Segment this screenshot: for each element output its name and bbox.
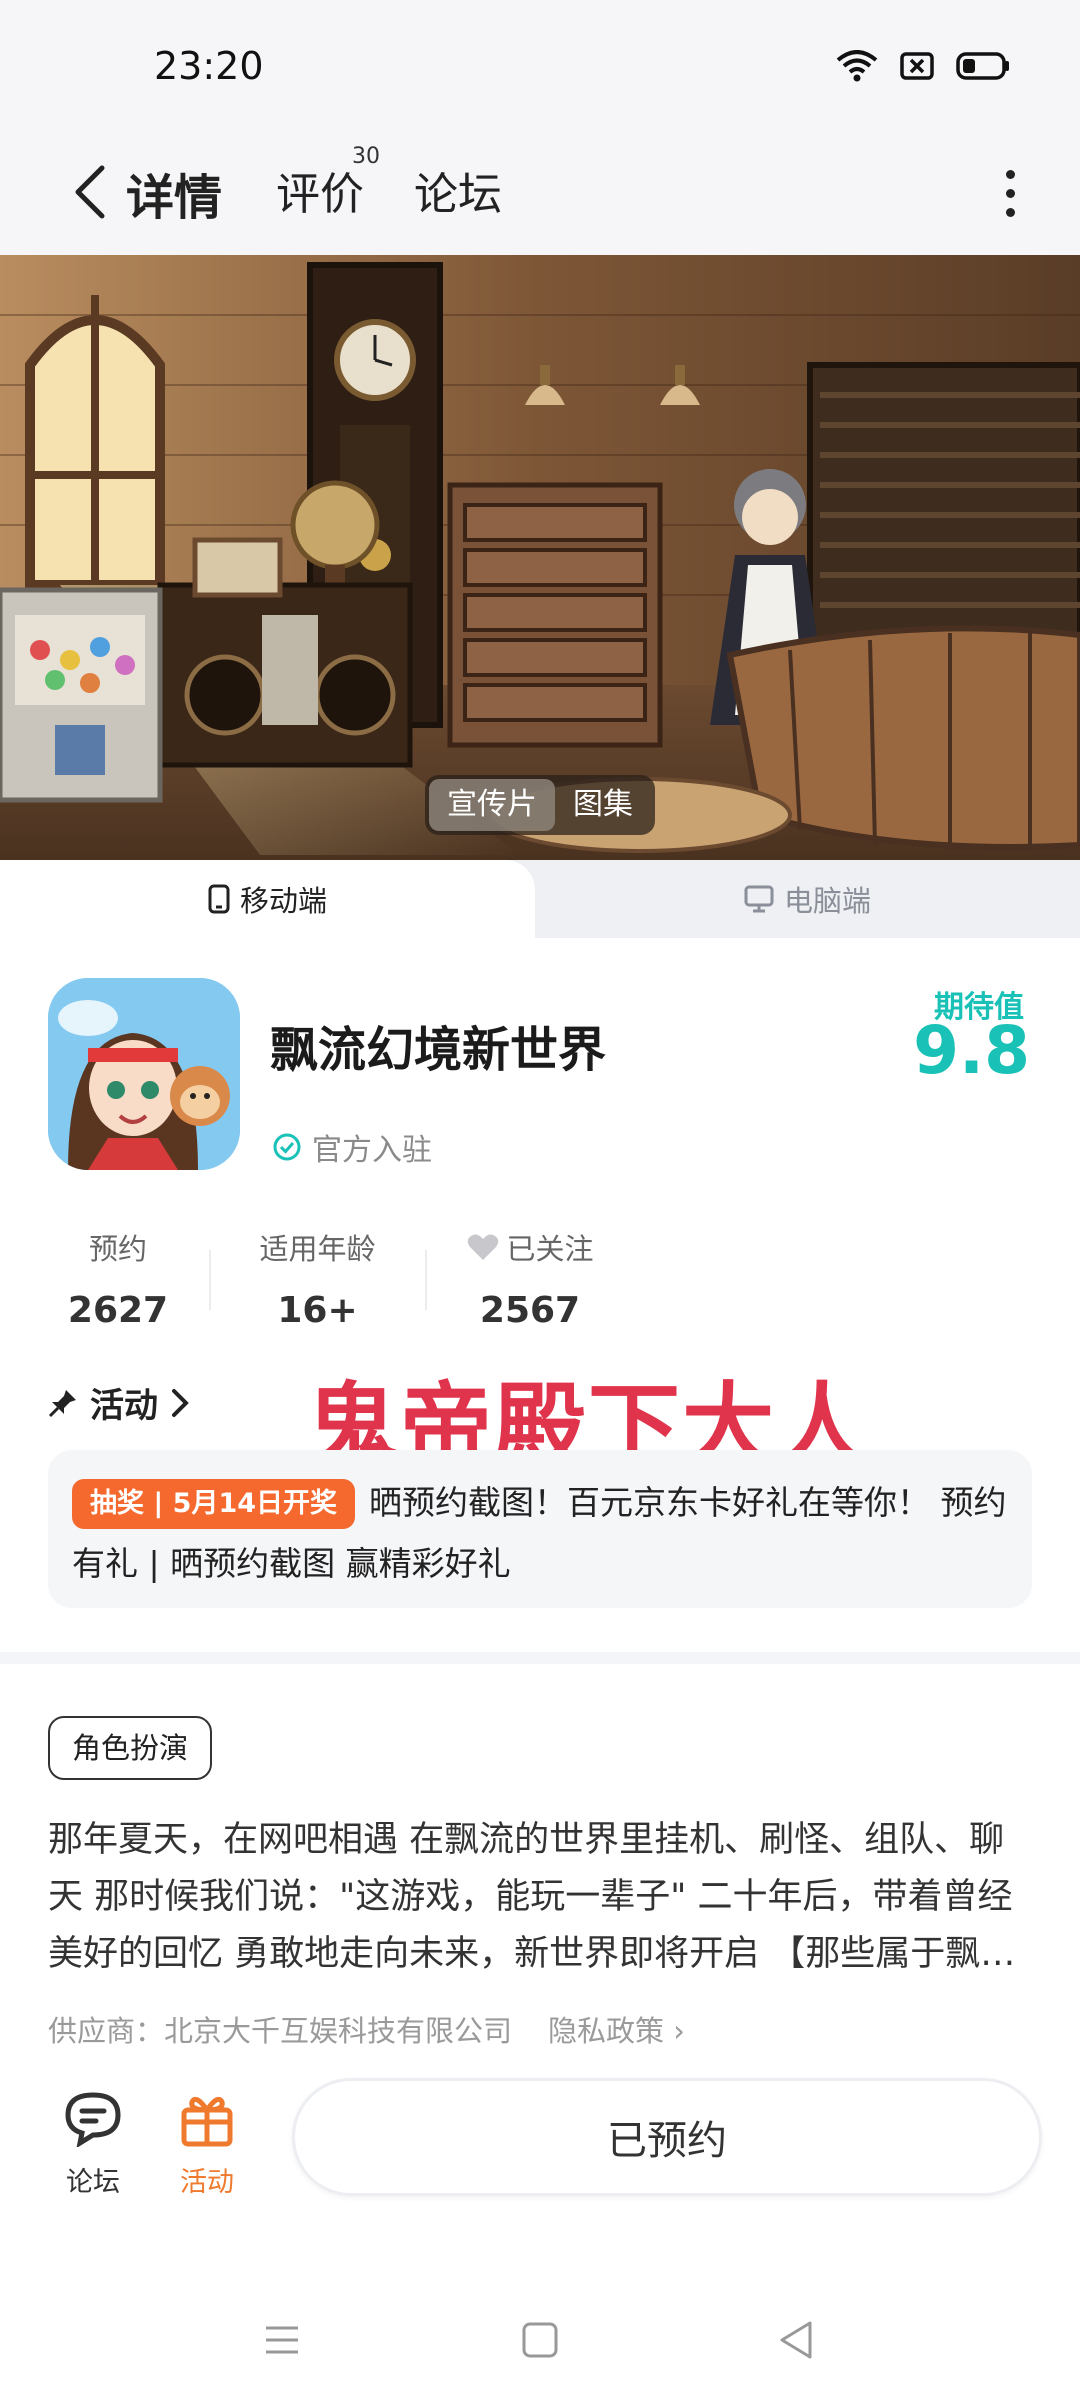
stat-followers-label: 已关注	[506, 1232, 594, 1266]
bottom-activity-button[interactable]: 活动	[162, 2084, 252, 2199]
platform-tab-pc-label: 电脑端	[783, 884, 871, 918]
more-dot-icon	[1005, 169, 1015, 179]
tab-reviews[interactable]: 评价	[276, 158, 364, 222]
bottom-forum-label: 论坛	[66, 2167, 120, 2198]
genre-tag[interactable]: 角色扮演	[48, 1716, 213, 1780]
activity-section-link[interactable]: 活动	[48, 1378, 190, 1427]
pin-icon	[48, 1389, 76, 1417]
stat-followers-label-row: 已关注	[450, 1226, 610, 1268]
stat-age-rating: 适用年龄 16+	[240, 1226, 395, 1331]
activity-section-title: 活动	[90, 1386, 158, 1426]
verified-check-icon	[273, 1133, 301, 1161]
stat-followers-value: 2567	[479, 1290, 581, 1331]
official-badge: 官方入驻	[272, 1125, 432, 1169]
stat-followers[interactable]: 已关注 2567	[450, 1226, 610, 1331]
tab-forum-label: 论坛	[414, 169, 502, 220]
platform-tabs: 移动端 电脑端	[0, 860, 1080, 938]
more-dot-icon	[1005, 207, 1015, 217]
tab-details-label: 详情	[126, 170, 223, 226]
battery-icon	[956, 51, 1010, 85]
top-nav-bar: 详情 评价 30 论坛	[0, 130, 1080, 255]
bottom-activity-label: 活动	[180, 2167, 234, 2198]
game-description[interactable]: 那年夏天，在网吧相遇 在飘流的世界里挂机、刷怪、组队、聊天 那时候我们说："这游…	[48, 1812, 1032, 1983]
official-badge-label: 官方入驻	[312, 1133, 432, 1168]
activity-card[interactable]: 抽奖 | 5月14日开奖 晒预约截图！百元京东卡好礼在等你！ 预约有礼 | 晒预约…	[48, 1450, 1032, 1608]
stat-divider	[209, 1250, 211, 1310]
platform-tab-pc[interactable]: 电脑端	[535, 860, 1080, 938]
toggle-promo-video[interactable]: 宣传片	[429, 779, 555, 831]
supplier-row: 供应商：北京大千互娱科技有限公司 隐私政策 ›	[48, 2008, 685, 2050]
status-time: 23:20	[154, 44, 264, 88]
gift-icon	[181, 2096, 233, 2147]
app-icon	[48, 978, 240, 1170]
bottom-forum-button[interactable]: 论坛	[48, 2084, 138, 2199]
stat-reservations: 预约 2627	[58, 1226, 178, 1331]
sim-off-icon	[900, 51, 934, 85]
back-arrow-icon	[75, 165, 105, 219]
privacy-policy-label: 隐私政策	[548, 2014, 665, 2048]
phone-icon	[208, 884, 230, 914]
lottery-tag: 抽奖 | 5月14日开奖	[72, 1479, 356, 1529]
media-banner[interactable]: 宣传片 图集	[0, 255, 1080, 860]
supplier-text: 供应商：北京大千互娱科技有限公司	[48, 2014, 513, 2048]
system-navigation-bar	[0, 2280, 1080, 2400]
section-divider	[0, 1652, 1080, 1664]
platform-tab-mobile[interactable]: 移动端	[0, 860, 535, 938]
tab-details[interactable]: 详情	[126, 158, 223, 228]
stat-reservations-label: 预约	[88, 1232, 147, 1266]
tab-forum[interactable]: 论坛	[414, 158, 502, 222]
stat-age-label: 适用年龄	[259, 1232, 376, 1266]
more-dot-icon	[1005, 188, 1015, 198]
more-options-button[interactable]	[980, 160, 1040, 226]
tab-reviews-label: 评价	[276, 169, 364, 220]
system-home-button[interactable]	[510, 2310, 570, 2370]
chevron-right-icon	[172, 1388, 189, 1417]
expectation-score: 9.8	[913, 1012, 1030, 1089]
bottom-action-bar: 论坛 活动 已预约	[0, 2070, 1080, 2220]
platform-tab-mobile-label: 移动端	[239, 884, 327, 918]
banner-artwork	[0, 255, 1080, 860]
home-square-icon	[522, 2322, 558, 2358]
status-bar: 23:20	[0, 0, 1080, 130]
stat-reservations-value: 2627	[67, 1290, 169, 1331]
monitor-icon	[744, 885, 774, 913]
back-button[interactable]	[50, 152, 130, 232]
stat-age-value: 16+	[277, 1290, 358, 1331]
heart-icon	[468, 1234, 499, 1260]
app-title: 飘流幻境新世界	[270, 1022, 607, 1078]
system-back-button[interactable]	[766, 2310, 826, 2370]
reserved-button[interactable]: 已预约	[292, 2078, 1042, 2196]
reviews-count-badge: 30	[352, 144, 380, 169]
stat-divider	[425, 1250, 427, 1310]
menu-lines-icon	[266, 2326, 298, 2354]
system-menu-button[interactable]	[252, 2310, 312, 2370]
chat-bubble-icon	[65, 2092, 121, 2147]
privacy-policy-link[interactable]: 隐私政策 ›	[548, 2008, 685, 2050]
toggle-gallery[interactable]: 图集	[555, 779, 651, 831]
activity-card-text-block: 抽奖 | 5月14日开奖 晒预约截图！百元京东卡好礼在等你！ 预约有礼 | 晒预约…	[72, 1472, 1008, 1594]
media-type-toggle[interactable]: 宣传片 图集	[425, 775, 655, 835]
status-icons	[836, 50, 1010, 86]
wifi-icon	[836, 50, 878, 86]
app-icon-artwork	[48, 978, 240, 1170]
back-triangle-icon	[780, 2321, 812, 2359]
